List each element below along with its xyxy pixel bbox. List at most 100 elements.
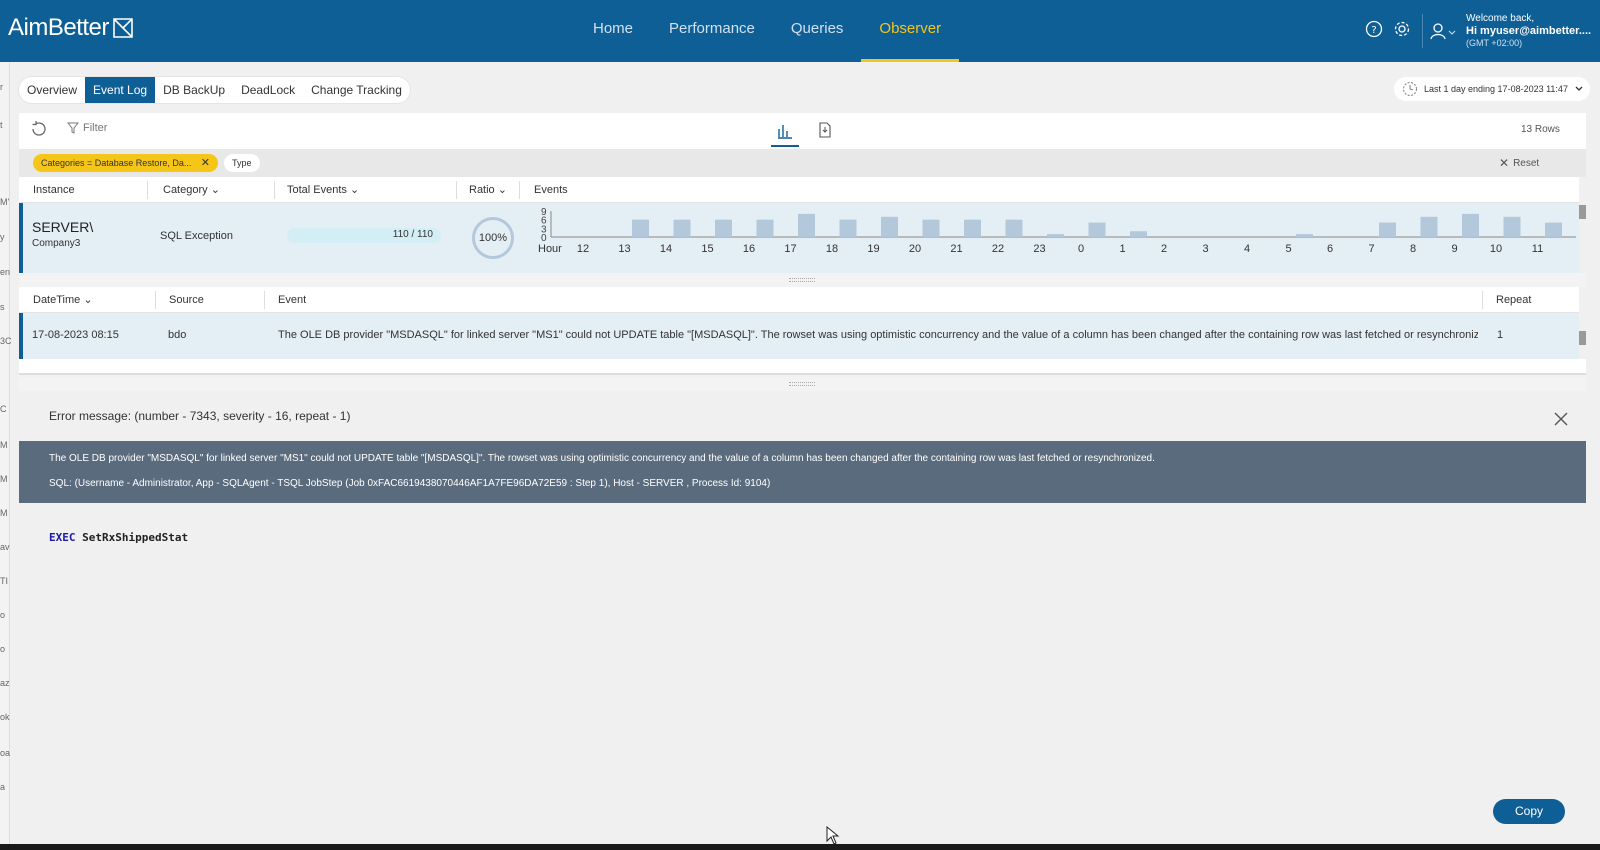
sidebar-item-label[interactable]: o [0,610,5,620]
sidebar-item-label[interactable]: C [0,404,7,414]
event-bar[interactable] [1545,222,1562,237]
close-icon[interactable] [1553,411,1569,427]
event-bar[interactable] [1379,222,1396,237]
sidebar-item-label[interactable]: az [0,678,10,688]
col-total-events[interactable]: Total Events ⌄ [287,177,359,203]
error-message: The OLE DB provider "MSDASQL" for linked… [49,453,1155,464]
sidebar-item-label[interactable]: ok [0,712,10,722]
close-icon[interactable]: ✕ [201,154,210,172]
x-tick-label: 0 [1078,243,1084,255]
splitter-grip [789,278,815,282]
event-bar[interactable] [1088,222,1106,237]
sidebar-item-label[interactable]: t [0,120,3,130]
event-row[interactable]: 17-08-2023 08:15 bdo The OLE DB provider… [19,313,1579,359]
instance-row[interactable]: SERVER\ Company3 SQL Exception 110 / 110… [19,203,1579,273]
copy-button[interactable]: Copy [1493,799,1565,824]
instance-scrollbar[interactable] [1579,177,1586,273]
sidebar-item-label[interactable]: y [0,232,5,242]
event-bar[interactable] [1296,234,1313,237]
sql-statement: SetRxShippedStat [75,531,189,544]
x-tick-label: 5 [1285,243,1291,255]
category-value: SQL Exception [160,230,233,242]
sidebar-item-label[interactable]: M' [0,197,9,207]
event-bar[interactable] [632,219,649,237]
sidebar-item-label[interactable]: oa [0,748,10,758]
sidebar-item-label[interactable]: s [0,302,5,312]
filter-button[interactable]: Filter [67,122,107,134]
event-bar[interactable] [1130,231,1147,237]
sidebar-item-label[interactable]: r [0,82,3,92]
event-bar[interactable] [839,219,857,237]
panel-splitter[interactable] [19,273,1586,287]
event-source: bdo [168,329,187,341]
event-scrollbar[interactable] [1579,287,1586,359]
col-ratio[interactable]: Ratio ⌄ [469,177,507,203]
x-tick-label: 7 [1368,243,1374,255]
nav-home[interactable]: Home [575,0,651,62]
col-category-label: Category [163,184,208,196]
reset-filters-button[interactable]: ✕ Reset [1499,156,1539,170]
x-tick-label: 11 [1532,243,1543,255]
col-category[interactable]: Category ⌄ [163,177,220,203]
company-name: Company3 [32,238,81,249]
chevron-down-icon: ⌄ [497,184,507,196]
event-bar[interactable] [964,219,981,237]
col-source[interactable]: Source [169,287,204,313]
x-tick-label: 9 [1451,243,1457,255]
tab-event-log[interactable]: Event Log [85,77,156,103]
x-tick-label: 2 [1161,243,1167,255]
event-bar[interactable] [715,219,732,237]
sidebar-item-label[interactable]: o [0,644,5,654]
col-datetime[interactable]: DateTime ⌄ [33,287,93,313]
event-bar[interactable] [1462,213,1479,237]
sidebar-item-label[interactable]: M [0,508,8,518]
sidebar-item-label[interactable]: en [0,267,10,277]
event-datetime: 17-08-2023 08:15 [32,329,119,341]
sidebar-item-label[interactable]: TI [0,576,8,586]
event-bar[interactable] [673,219,691,237]
type-filter-chip[interactable]: Type [224,154,260,172]
splitter-grip [789,382,815,386]
tab-change-tracking[interactable]: Change Tracking [303,77,410,103]
panel-splitter[interactable] [19,377,1586,391]
category-filter-chip[interactable]: Categories = Database Restore, Da... ✕ [33,154,218,172]
event-bar[interactable] [1005,219,1023,237]
col-instance[interactable]: Instance [33,177,75,203]
event-bar[interactable] [1047,234,1064,237]
user-menu[interactable] [1430,22,1456,45]
event-toolbar: Filter 13 Rows [19,113,1586,149]
nav-performance[interactable]: Performance [651,0,773,62]
left-sidebar-collapsed[interactable]: r t M' y en s 3C C M M Mav TI o o az ok oa a [0,62,12,844]
event-bar[interactable] [922,219,940,237]
nav-observer[interactable]: Observer [861,0,960,62]
sidebar-item-label[interactable]: M [0,474,8,484]
timezone-text: (GMT +02:00) [1466,38,1523,48]
event-bar[interactable] [1420,216,1438,237]
sidebar-item-label[interactable]: 3C [0,336,12,346]
filter-icon [67,122,79,134]
help-icon[interactable]: ? [1365,20,1383,38]
col-event[interactable]: Event [278,287,306,313]
refresh-icon[interactable] [29,119,49,139]
aimbetter-logo[interactable]: AimBetter [8,14,135,42]
tab-db-backup[interactable]: DB BackUp [155,77,233,103]
event-bar[interactable] [756,219,774,237]
nav-queries[interactable]: Queries [773,0,862,62]
scroll-thumb[interactable] [1579,331,1586,345]
gear-icon[interactable] [1393,20,1411,38]
active-filters-bar: Categories = Database Restore, Da... ✕ T… [19,149,1586,177]
event-bar[interactable] [798,213,815,237]
scroll-thumb[interactable] [1579,205,1586,219]
event-bar[interactable] [1503,216,1521,237]
sidebar-item-label[interactable]: M [0,440,8,450]
sidebar-item-label[interactable]: av [0,542,10,552]
total-events-bar: 110 / 110 [287,228,441,243]
chart-view-toggle[interactable] [771,117,799,147]
event-bar[interactable] [881,216,898,237]
col-repeat[interactable]: Repeat [1496,287,1531,313]
tab-overview[interactable]: Overview [19,77,85,103]
sidebar-item-label[interactable]: a [0,782,5,792]
export-document-icon[interactable] [817,122,833,138]
time-range-selector[interactable]: Last 1 day ending 17-08-2023 11:47 [1394,77,1590,101]
tab-deadlock[interactable]: DeadLock [233,77,303,103]
